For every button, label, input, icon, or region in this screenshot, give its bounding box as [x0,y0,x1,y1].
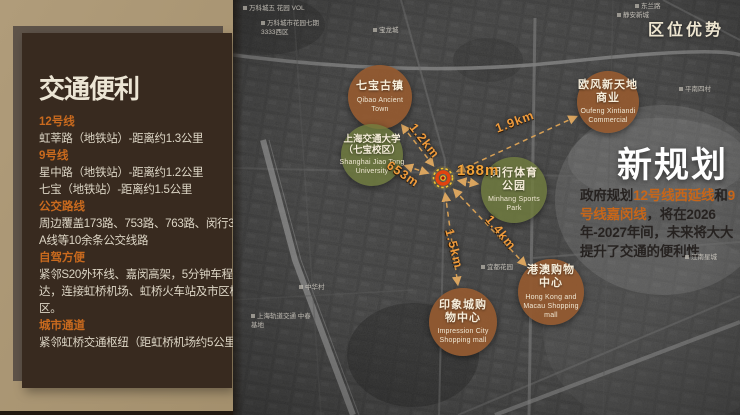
marker-label-en: Impression City [437,327,488,336]
plan-text-segment: 政府规划 [580,188,633,203]
new-plan-text: 政府规划12号线西延线和9号线嘉闵线，将在2026年-2027年间，未来将大大提… [580,187,738,261]
corner-tag: 区位优势 [648,16,724,40]
marker-label-en: Macau Shopping [523,302,578,311]
bottom-strip [0,411,233,415]
sidebar-panel: 交通便利 12号线虹莘路（地铁站）-距离约1.3公里9号线星中路（地铁站）-距离… [22,33,232,388]
map-annotations: 区位优势 新规划 政府规划12号线西延线和9号线嘉闵线，将在2026年-2027… [233,0,740,415]
map-marker-hk-macau: 港澳购物中心 Hong Kong andMacau Shoppingmall [518,259,584,325]
map-place-label: 江南星城 [685,254,717,263]
map-image: 区位优势 新规划 政府规划12号线西延线和9号线嘉闵线，将在2026年-2027… [233,0,740,415]
distance-label: 1.9km [493,108,536,136]
sidebar-section-line: 达，连接虹桥机场、虹桥火车站及市区核心 [39,284,226,301]
distance-label: 188m [457,162,499,179]
map-marker-impression-city: 印象城购物中心 Impression CityShopping mall [429,288,497,356]
map-place-label: 平南四村 [679,86,711,95]
marker-label-en: Minhang Sports [488,195,540,204]
marker-label-cn: 中心 [539,277,563,290]
slide: 交通便利 12号线虹莘路（地铁站）-距离约1.3公里9号线星中路（地铁站）-距离… [0,0,740,415]
marker-label-en: Qibao Ancient [357,96,403,105]
marker-label-cn: 欧风新天地 [578,79,638,92]
new-plan-title: 新规划 [617,137,728,188]
sidebar-section-line: A线等10余条公交线路 [39,233,226,250]
sidebar-section-heading-0: 12号线 [39,114,226,131]
sidebar-section-line: 七宝（地铁站）-距离约1.5公里 [39,182,226,199]
map-place-label: 中华村 [299,284,325,293]
plan-text-segment: 和 [714,188,727,203]
sidebar-title: 交通便利 [39,69,226,106]
marker-label-en: Park [506,204,521,213]
sidebar-sections: 12号线虹莘路（地铁站）-距离约1.3公里9号线星中路（地铁站）-距离约1.2公… [39,114,226,352]
sidebar-section-line: 周边覆盖173路、753路、763路、闵行33路 [39,216,226,233]
map-place-label: 静安新城 [617,12,649,21]
map-place-label: 万科城五 花园 VOL [243,5,305,14]
map-marker-oufeng: 欧风新天地商业 Oufeng XintiandiCommercial [577,71,639,133]
distance-label: 1.5km [442,227,465,270]
marker-label-cn: 物中心 [445,312,481,325]
marker-label-en: Shopping mall [440,336,487,345]
sidebar-section-line: 紧邻虹桥交通枢纽（距虹桥机场约5公里） [39,335,226,352]
marker-label-cn: 港澳购物 [527,264,575,277]
marker-label-en: Town [371,105,388,114]
sidebar-section-heading-2: 公交路线 [39,199,226,216]
marker-label-en: Oufeng Xintiandi [581,107,636,116]
distance-label: 1.2km [406,121,442,161]
marker-label-en: Commercial [588,116,627,125]
map-place-label: 宜都花园 [481,264,513,273]
marker-label-cn: 上海交通大学 [343,134,400,145]
sidebar-section-line: 虹莘路（地铁站）-距离约1.3公里 [39,131,226,148]
sidebar-section-line: 区。 [39,301,226,318]
map-marker-qibao: 七宝古镇 Qibao AncientTown [348,65,412,129]
marker-label-cn: 七宝古镇 [356,80,404,93]
plan-text-segment: 12号线西延线 [633,188,714,203]
map-place-label: 宝龙城 [373,27,399,36]
marker-label-cn: 商业 [596,92,620,105]
marker-label-cn: 印象城购 [439,299,487,312]
sidebar-section-heading-3: 自驾方便 [39,250,226,267]
map-place-label: 上海轨道交通 中春基地 [251,313,317,331]
sidebar-section-line: 星中路（地铁站）-距离约1.2公里 [39,165,226,182]
marker-label-en: mall [544,311,558,320]
sidebar-section-line: 紧邻S20外环线、嘉闵高架，5分钟车程可 [39,267,226,284]
map-place-label: 东兰路 [635,3,661,12]
marker-label-cn: （七宝校区） [343,145,400,156]
map-place-label: 万科城市花园七期 3333西区 [261,20,327,38]
sidebar-section-heading-4: 城市通道 [39,318,226,335]
marker-label-cn: 公园 [502,180,526,193]
marker-label-en: Hong Kong and [525,293,576,302]
sidebar-section-heading-1: 9号线 [39,148,226,165]
